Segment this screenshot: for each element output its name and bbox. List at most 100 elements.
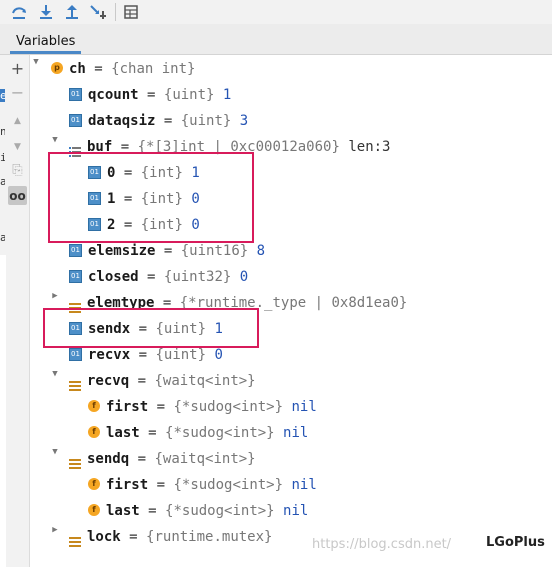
copy-icon[interactable]: ⎘ [8,161,27,180]
tree-row[interactable]: 01 closed = {uint32} 0 [69,265,248,289]
equals: = [163,113,173,129]
toolbar-separator [115,3,116,21]
brand-logo: LGoPlus [458,535,545,550]
var-name: qcount [88,87,139,103]
left-strip-text: a [0,175,5,188]
left-strip-text: ir [0,151,5,164]
var-name: elemsize [88,243,156,259]
tree-row[interactable]: recvq = {waitq<int>} [69,369,256,393]
step-over-icon[interactable] [9,2,29,22]
debugger-toolbar [0,0,552,25]
run-to-cursor-icon[interactable] [88,2,108,22]
var-name: ch [69,61,86,77]
var-type: {uint32} [163,269,232,285]
tree-row[interactable]: f last = {*sudog<int>} nil [88,499,308,523]
var-value: 0 [214,347,223,363]
var-name: lock [87,529,121,545]
var-name: last [106,425,140,441]
equals: = [148,503,157,519]
int-field-icon: 01 [69,113,82,127]
equals: = [163,243,173,259]
tree-row[interactable]: f first = {*sudog<int>} nil [88,395,317,419]
highlight-box-sendx [43,308,259,348]
brand-name: LGoPlus [486,535,545,550]
tree-row[interactable]: 01 qcount = {uint} 1 [69,83,231,107]
var-name: recvq [87,373,130,389]
var-type: {waitq<int>} [154,451,256,467]
equals: = [129,529,138,545]
equals: = [147,87,156,103]
expand-arrow-icon[interactable]: ▼ [50,447,60,471]
var-value: nil [283,425,309,441]
var-name: first [106,477,149,493]
int-field-icon: 01 [69,243,82,257]
int-field-icon: 01 [69,87,82,101]
var-value: 1 [222,87,232,103]
equals: = [137,373,147,389]
var-value: nil [291,399,317,415]
int-field-icon: 01 [69,269,82,283]
var-value: nil [283,503,309,519]
step-out-icon[interactable] [62,2,82,22]
struct-icon [69,297,81,313]
remove-icon[interactable]: − [8,83,27,102]
panel-tabbar: Variables [0,24,552,55]
evaluate-expression-icon[interactable] [121,2,141,22]
tree-row[interactable]: sendq = {waitq<int>} [69,447,256,471]
left-strip-text: e [0,89,5,102]
highlight-box-buf-elements [48,152,254,243]
var-value: len:3 [348,139,391,155]
step-into-icon[interactable] [36,2,56,22]
var-name: first [106,399,149,415]
struct-icon [69,531,81,547]
left-strip-text: n [0,125,5,138]
struct-icon [69,453,81,469]
expand-arrow-icon[interactable]: ▼ [50,369,60,393]
int-field-icon: 01 [69,347,82,361]
left-strip-text: a [0,231,5,244]
var-type: {*sudog<int>} [173,399,284,415]
struct-icon [69,375,81,391]
var-type: {uint} [180,113,232,129]
equals: = [138,347,148,363]
field-icon: f [88,504,100,516]
array-icon [69,141,81,157]
tree-row[interactable]: lock = {runtime.mutex} [69,525,272,549]
expand-arrow-icon[interactable]: ▼ [31,57,41,81]
var-type: {waitq<int>} [154,373,256,389]
glasses-icon[interactable]: oo [8,186,27,205]
var-value: 8 [256,243,266,259]
equals: = [147,269,156,285]
var-value: 0 [239,269,249,285]
collapse-arrow-icon[interactable]: ▶ [50,525,60,549]
var-name: closed [88,269,139,285]
var-type: {uint} [163,87,215,103]
equals: = [156,477,166,493]
var-name: recvx [88,347,131,363]
watermark-text: https://blog.csdn.net/ [312,537,452,552]
var-value: nil [291,477,317,493]
var-type: {*sudog<int>} [165,503,275,519]
tree-row[interactable]: 01 dataqsiz = {uint} 3 [69,109,248,133]
field-icon: f [88,400,100,412]
tree-row[interactable]: f first = {*sudog<int>} nil [88,473,317,497]
equals: = [156,399,166,415]
tab-variables[interactable]: Variables [10,30,82,54]
add-icon[interactable]: + [8,59,27,78]
move-down-icon[interactable]: ▼ [8,137,27,156]
equals: = [137,451,147,467]
var-name: sendq [87,451,130,467]
var-type: {uint} [155,347,207,363]
equals: = [94,61,103,77]
var-name: last [106,503,140,519]
var-type: {*sudog<int>} [173,477,284,493]
field-icon: f [88,426,100,438]
field-icon: f [88,478,100,490]
move-up-icon[interactable]: ▲ [8,111,27,130]
var-value: 3 [239,113,249,129]
var-type: {*sudog<int>} [165,425,275,441]
var-type: {runtime.mutex} [146,529,273,545]
tree-row[interactable]: p ch = {chan int} [51,57,195,81]
tree-row[interactable]: f last = {*sudog<int>} nil [88,421,308,445]
var-name: dataqsiz [88,113,156,129]
